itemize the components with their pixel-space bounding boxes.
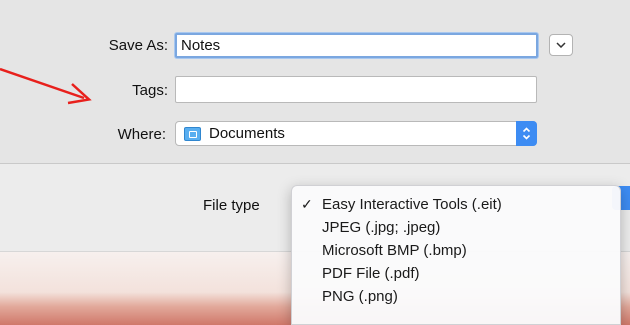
menu-item-bmp[interactable]: Microsoft BMP (.bmp) — [292, 239, 620, 262]
up-down-chevron-icon — [516, 121, 537, 146]
tags-input[interactable] — [175, 76, 537, 103]
file-type-label: File type — [203, 197, 260, 214]
save-as-input[interactable] — [175, 33, 538, 58]
menu-item-pdf[interactable]: PDF File (.pdf) — [292, 262, 620, 285]
save-dialog: Save As: Tags: Where: Documents File typ… — [0, 0, 630, 325]
file-type-menu: ✓ Easy Interactive Tools (.eit) JPEG (.j… — [291, 185, 621, 325]
menu-item-png[interactable]: PNG (.png) — [292, 285, 620, 308]
menu-item-eit[interactable]: ✓ Easy Interactive Tools (.eit) — [292, 193, 620, 216]
red-arrow-icon — [0, 67, 92, 105]
menu-item-label: JPEG (.jpg; .jpeg) — [322, 219, 441, 236]
where-value: Documents — [209, 125, 285, 142]
checkmark-icon: ✓ — [301, 196, 313, 212]
chevron-down-icon — [556, 42, 566, 48]
expand-button[interactable] — [549, 34, 573, 56]
menu-item-jpeg[interactable]: JPEG (.jpg; .jpeg) — [292, 216, 620, 239]
menu-item-label: PNG (.png) — [322, 288, 398, 305]
where-label: Where: — [117, 126, 166, 143]
menu-item-label: PDF File (.pdf) — [322, 265, 420, 282]
menu-item-label: Easy Interactive Tools (.eit) — [322, 196, 502, 213]
folder-icon — [184, 126, 201, 141]
menu-item-label: Microsoft BMP (.bmp) — [322, 242, 467, 259]
where-popup-button[interactable]: Documents — [175, 121, 537, 146]
